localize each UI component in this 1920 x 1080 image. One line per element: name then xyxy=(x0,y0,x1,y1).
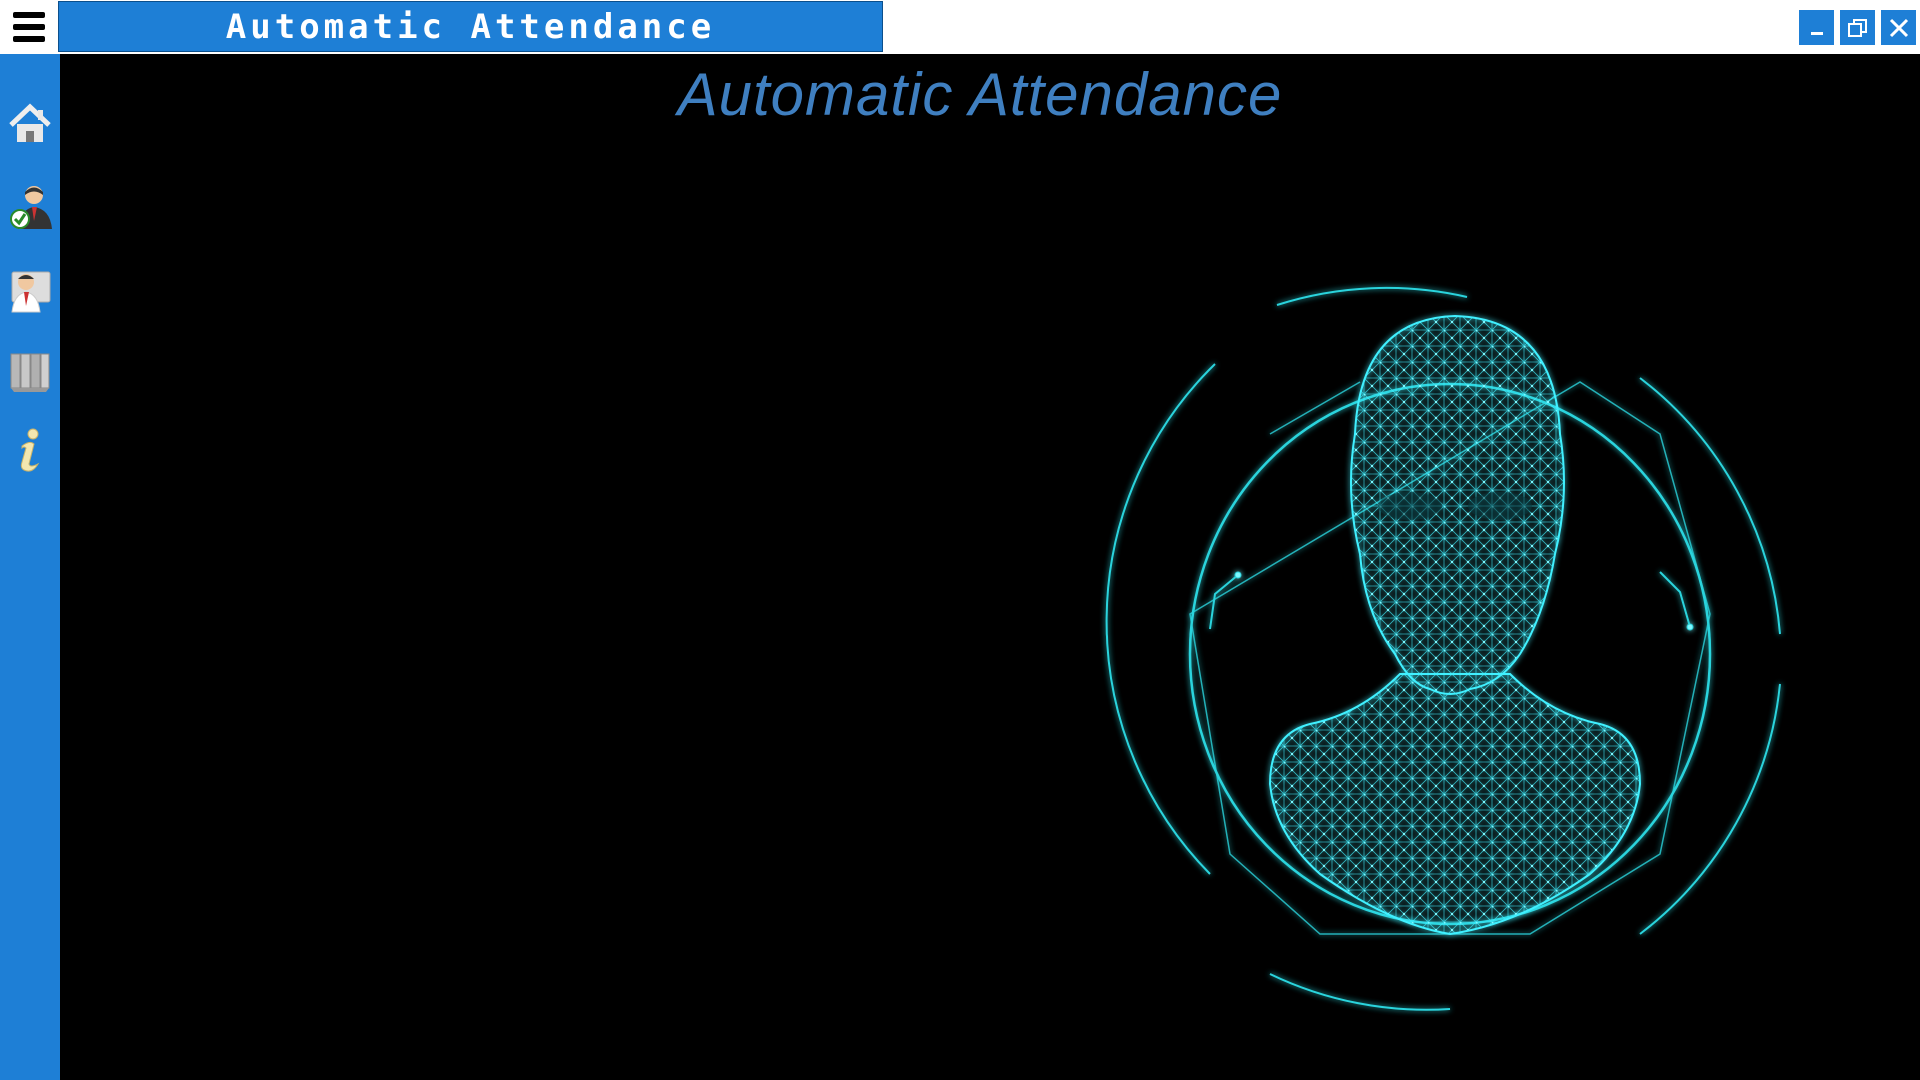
employee-register-icon[interactable] xyxy=(4,264,56,316)
main-area: Automatic Attendance xyxy=(60,54,1920,1080)
restore-icon[interactable] xyxy=(1840,10,1875,45)
sidebar xyxy=(0,54,60,1080)
title-bar: Automatic Attendance xyxy=(0,0,1920,54)
attendance-user-check-icon[interactable] xyxy=(4,181,56,233)
window-controls xyxy=(1799,10,1916,45)
close-icon[interactable] xyxy=(1881,10,1916,45)
app-title: Automatic Attendance xyxy=(225,6,716,47)
face-mesh-scan-icon xyxy=(1105,286,1781,1011)
hamburger-menu-icon[interactable] xyxy=(0,0,58,54)
page-title: Automatic Attendance xyxy=(677,61,1283,128)
records-binders-icon[interactable] xyxy=(4,345,56,397)
home-icon[interactable] xyxy=(4,99,56,151)
info-icon[interactable] xyxy=(4,424,56,476)
minimize-icon[interactable] xyxy=(1799,10,1834,45)
app-title-box: Automatic Attendance xyxy=(58,1,883,52)
